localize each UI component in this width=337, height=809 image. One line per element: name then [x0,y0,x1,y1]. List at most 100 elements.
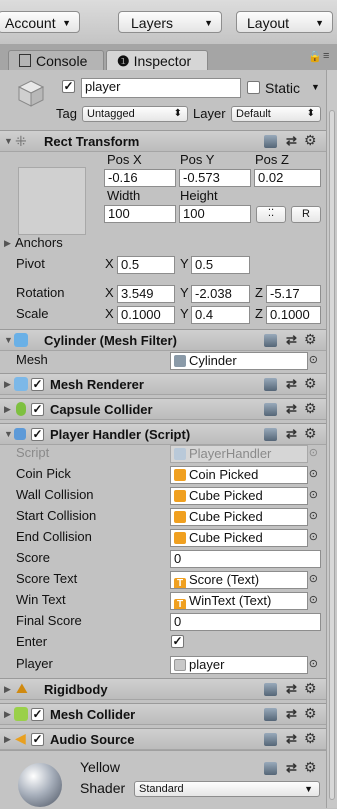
object-name-field[interactable]: player [81,78,241,98]
rect-transform-header[interactable]: ▼ ⁜ Rect Transform ⇄ ⚙ [0,130,326,152]
pos-z-field[interactable]: 0.02 [254,169,321,187]
scrollbar-thumb[interactable] [329,110,335,800]
mesh-renderer-header[interactable]: ▶ ✓ Mesh Renderer ⇄ ⚙ [0,373,326,395]
object-picker-icon[interactable]: ⊙ [309,467,318,480]
player-handler-header[interactable]: ▼ ✓ Player Handler (Script) ⇄ ⚙ [0,423,326,445]
gear-icon[interactable]: ⚙ [304,400,317,417]
scale-y-field[interactable]: 0.4 [191,306,250,324]
enter-checkbox[interactable]: ✓ [171,635,184,648]
chevron-down-icon[interactable]: ▼ [4,335,13,345]
rigidbody-header[interactable]: ▶ ⛰ Rigidbody ⇄ ⚙ [0,678,326,700]
tab-inspector[interactable]: ❶ Inspector [106,50,208,70]
presets-icon[interactable]: ⇄ [286,731,297,747]
object-picker-icon[interactable]: ⊙ [309,530,318,543]
mesh-renderer-enabled-checkbox[interactable]: ✓ [31,378,44,391]
rotation-y-field[interactable]: -2.038 [191,285,250,303]
gear-icon[interactable]: ⚙ [304,425,317,442]
raw-edit-button[interactable]: R [291,206,321,223]
tag-dropdown[interactable]: Untagged ⬍ [82,106,188,122]
menu-icon[interactable]: ≡ [323,50,329,62]
scale-x-field[interactable]: 0.1000 [117,306,175,324]
help-book-icon[interactable] [264,334,277,347]
help-book-icon[interactable] [264,403,277,416]
capsule-collider-header[interactable]: ▶ ✓ Capsule Collider ⇄ ⚙ [0,398,326,420]
gear-icon[interactable]: ⚙ [304,759,317,776]
object-picker-icon[interactable]: ⊙ [309,593,318,606]
lock-icon[interactable]: 🔒 [308,50,322,63]
score-field[interactable]: 0 [170,550,321,568]
chevron-right-icon[interactable]: ▶ [4,734,11,745]
pivot-y-field[interactable]: 0.5 [191,256,250,274]
scale-z-field[interactable]: 0.1000 [266,306,321,324]
capsule-collider-enabled-checkbox[interactable]: ✓ [31,403,44,416]
audio-source-enabled-checkbox[interactable]: ✓ [31,733,44,746]
object-picker-icon[interactable]: ⊙ [309,657,318,670]
chevron-right-icon[interactable]: ▶ [4,404,11,415]
rotation-x-field[interactable]: 3.549 [117,285,175,303]
mesh-collider-enabled-checkbox[interactable]: ✓ [31,708,44,721]
presets-icon[interactable]: ⇄ [286,706,297,722]
presets-icon[interactable]: ⇄ [286,681,297,697]
anchor-preset-box[interactable] [18,167,86,235]
help-book-icon[interactable] [264,135,277,148]
win-text-field[interactable]: T WinText (Text) [170,592,308,610]
help-book-icon[interactable] [264,428,277,441]
active-checkbox[interactable]: ✓ [62,80,75,93]
vertical-scrollbar[interactable] [326,70,337,808]
layout-dropdown[interactable]: Layout ▼ [236,11,333,33]
help-book-icon[interactable] [264,683,277,696]
final-score-field[interactable]: 0 [170,613,321,631]
chevron-down-icon[interactable]: ▼ [4,429,13,439]
start-collision-field[interactable]: Cube Picked [170,508,308,526]
end-collision-field[interactable]: Cube Picked [170,529,308,547]
presets-icon[interactable]: ⇄ [286,426,297,442]
coin-pick-field[interactable]: Coin Picked [170,466,308,484]
presets-icon[interactable]: ⇄ [286,760,297,776]
gear-icon[interactable]: ⚙ [304,132,317,149]
layer-dropdown[interactable]: Default ⬍ [231,106,321,122]
gear-icon[interactable]: ⚙ [304,705,317,722]
layers-dropdown[interactable]: Layers ▼ [118,11,222,33]
score-text-field[interactable]: T Score (Text) [170,571,308,589]
rotation-z-field[interactable]: -5.17 [266,285,321,303]
static-checkbox[interactable] [247,81,260,94]
presets-icon[interactable]: ⇄ [286,133,297,149]
object-picker-icon[interactable]: ⊙ [309,488,318,501]
height-field[interactable]: 100 [179,205,251,223]
mesh-collider-header[interactable]: ▶ ✓ Mesh Collider ⇄ ⚙ [0,703,326,725]
gear-icon[interactable]: ⚙ [304,375,317,392]
mesh-field[interactable]: Cylinder [170,352,308,370]
gear-icon[interactable]: ⚙ [304,680,317,697]
pivot-x-field[interactable]: 0.5 [117,256,175,274]
audio-source-header[interactable]: ▶ ◀ ✓ Audio Source ⇄ ⚙ [0,728,326,750]
help-book-icon[interactable] [264,762,277,775]
player-field[interactable]: player [170,656,308,674]
blueprint-mode-button[interactable]: ⁚⁚ [256,206,286,223]
object-picker-icon[interactable]: ⊙ [309,353,318,366]
gear-icon[interactable]: ⚙ [304,730,317,747]
shader-dropdown[interactable]: Standard ▼ [134,781,320,797]
tab-console[interactable]: Console [8,50,104,70]
chevron-right-icon[interactable]: ▶ [4,709,11,720]
presets-icon[interactable]: ⇄ [286,376,297,392]
width-field[interactable]: 100 [104,205,176,223]
chevron-right-icon[interactable]: ▶ [4,238,11,249]
wall-collision-field[interactable]: Cube Picked [170,487,308,505]
mesh-filter-header[interactable]: ▼ Cylinder (Mesh Filter) ⇄ ⚙ [0,329,326,351]
chevron-right-icon[interactable]: ▶ [4,379,11,390]
static-dropdown-arrow[interactable]: ▼ [311,82,320,92]
gear-icon[interactable]: ⚙ [304,331,317,348]
pos-y-field[interactable]: -0.573 [179,169,251,187]
chevron-right-icon[interactable]: ▶ [4,684,11,695]
presets-icon[interactable]: ⇄ [286,332,297,348]
help-book-icon[interactable] [264,708,277,721]
player-handler-enabled-checkbox[interactable]: ✓ [31,428,44,441]
chevron-down-icon[interactable]: ▼ [4,136,13,146]
pos-x-field[interactable]: -0.16 [104,169,176,187]
object-picker-icon[interactable]: ⊙ [309,572,318,585]
account-dropdown[interactable]: Account ▼ [0,11,80,33]
object-picker-icon[interactable]: ⊙ [309,509,318,522]
help-book-icon[interactable] [264,378,277,391]
help-book-icon[interactable] [264,733,277,746]
presets-icon[interactable]: ⇄ [286,401,297,417]
